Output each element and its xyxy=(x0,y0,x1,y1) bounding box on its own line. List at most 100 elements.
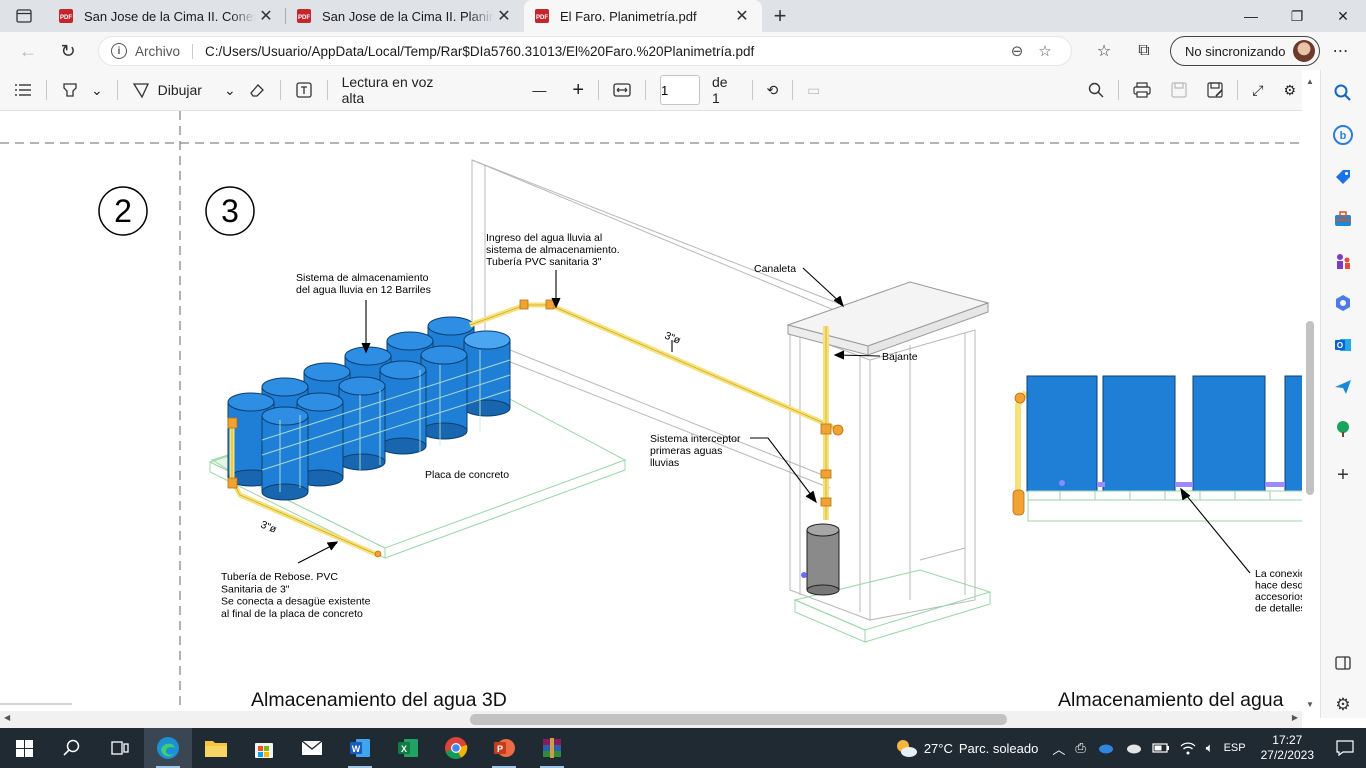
powerpoint-icon[interactable]: P xyxy=(480,728,528,768)
onedrive-icon[interactable] xyxy=(1091,742,1119,754)
battery-icon[interactable] xyxy=(1147,743,1175,753)
tree-icon[interactable] xyxy=(1332,418,1354,440)
shopping-icon[interactable] xyxy=(1332,166,1354,188)
elevation-slab xyxy=(1027,490,1302,522)
outlook-icon[interactable]: O xyxy=(1332,334,1354,356)
winrar-icon[interactable] xyxy=(528,728,576,768)
rotate-icon[interactable]: ⟲ xyxy=(760,75,784,105)
url-box[interactable]: i Archivo C:/Users/Usuario/AppData/Local… xyxy=(98,36,1072,66)
scroll-right-arrow[interactable]: ▶ xyxy=(1292,713,1298,722)
zoom-in-button[interactable]: + xyxy=(566,75,590,105)
bing-chat-icon[interactable]: b xyxy=(1332,124,1354,146)
plan-drawing: 2 3 Sistema de almacenamiento del agua l… xyxy=(0,111,1302,711)
new-tab-button[interactable]: + xyxy=(762,0,798,32)
tools-icon[interactable] xyxy=(1332,208,1354,230)
onedrive-personal-icon[interactable] xyxy=(1119,742,1147,754)
tab-el-faro[interactable]: PDF El Faro. Planimetría.pdf ✕ xyxy=(524,0,762,32)
office-icon[interactable] xyxy=(1332,292,1354,314)
label-overflow: Tubería de Rebose. PVC Sanitaria de 3" Se … xyxy=(221,571,371,620)
pdf-icon: PDF xyxy=(535,9,549,23)
vertical-scrollbar[interactable]: ▼ ▲ xyxy=(1302,77,1320,711)
add-icon[interactable]: + xyxy=(1332,464,1354,486)
search-icon[interactable] xyxy=(1082,75,1110,105)
text-icon[interactable] xyxy=(289,75,319,105)
more-menu-icon[interactable]: ⋯ xyxy=(1320,41,1360,61)
highlight-icon[interactable] xyxy=(55,75,85,105)
hide-sidebar-icon[interactable] xyxy=(1332,652,1354,674)
excel-icon[interactable]: X xyxy=(384,728,432,768)
label-storage: Sistema de almacenamiento del agua lluvia… xyxy=(296,272,431,296)
start-button[interactable] xyxy=(0,728,48,768)
tab-conexiones[interactable]: PDF San Jose de la Cima II. Conexione ✕ xyxy=(48,0,286,32)
weather-widget[interactable]: 27°C Parc. soleado xyxy=(889,738,1044,758)
clock[interactable]: 17:27 27/2/2023 xyxy=(1251,733,1324,763)
mail-icon[interactable] xyxy=(288,728,336,768)
close-icon[interactable]: ✕ xyxy=(256,6,276,26)
refresh-button[interactable]: ↻ xyxy=(48,35,88,67)
back-button[interactable]: ← xyxy=(8,35,48,67)
horizontal-scrollbar[interactable]: ◀ ▶ xyxy=(0,711,1302,728)
zoom-out-icon[interactable]: ⊖ xyxy=(1003,42,1031,60)
chrome-icon[interactable] xyxy=(432,728,480,768)
games-icon[interactable] xyxy=(1332,250,1354,272)
avatar xyxy=(1293,40,1316,62)
fullscreen-icon[interactable]: ⤢ xyxy=(1246,75,1269,105)
close-icon[interactable]: ✕ xyxy=(732,6,752,26)
scroll-up-arrow[interactable]: ▲ xyxy=(1306,77,1314,86)
save-as-icon[interactable] xyxy=(1201,75,1229,105)
send-icon[interactable] xyxy=(1332,376,1354,398)
store-icon[interactable] xyxy=(240,728,288,768)
wifi-icon[interactable] xyxy=(1175,741,1201,755)
language-indicator[interactable]: ESP xyxy=(1219,742,1251,754)
draw-button[interactable]: Dibujar xyxy=(126,75,208,105)
scroll-thumb[interactable] xyxy=(1306,321,1314,495)
chevron-down-icon[interactable]: ⌄ xyxy=(218,75,242,105)
edge-taskbar-icon[interactable] xyxy=(144,728,192,768)
read-aloud-button[interactable]: Lectura en voz alta xyxy=(336,74,459,106)
collections-icon[interactable]: ⧉ xyxy=(1124,42,1164,60)
scroll-thumb[interactable] xyxy=(470,714,1007,725)
profile-button[interactable]: No sincronizando xyxy=(1170,36,1321,66)
contents-icon[interactable] xyxy=(8,75,38,105)
taskbar: W X P 27°C Parc. soleado ︿ ⎙ 🔈︎ ESP 17:2… xyxy=(0,728,1366,768)
minimize-button[interactable]: — xyxy=(1228,0,1274,32)
volume-icon[interactable]: 🔈︎ xyxy=(1201,740,1219,756)
scroll-down-arrow[interactable]: ▼ xyxy=(1306,700,1314,709)
settings-icon[interactable]: ⚙ xyxy=(1332,694,1354,716)
draw-icon xyxy=(132,83,149,99)
camera-icon[interactable]: ⎙ xyxy=(1070,740,1090,756)
label-slab: Placa de concreto xyxy=(425,469,509,481)
scroll-left-arrow[interactable]: ◀ xyxy=(4,713,10,722)
search-icon[interactable] xyxy=(48,728,96,768)
settings-icon[interactable]: ⚙ xyxy=(1277,75,1302,105)
add-favorite-icon[interactable]: ☆ xyxy=(1031,42,1059,60)
eraser-icon[interactable] xyxy=(242,75,272,105)
draw-label: Dibujar xyxy=(157,82,202,98)
word-icon[interactable]: W xyxy=(336,728,384,768)
tab-planimetria-cima[interactable]: PDF San Jose de la Cima II. Planimetrí ✕ xyxy=(286,0,524,32)
file-explorer-icon[interactable] xyxy=(192,728,240,768)
notifications-icon[interactable] xyxy=(1324,740,1366,756)
info-icon[interactable]: i xyxy=(111,43,127,59)
task-view-icon[interactable] xyxy=(96,728,144,768)
chevron-up-icon[interactable]: ︿ xyxy=(1047,739,1070,758)
svg-text:PDF: PDF xyxy=(298,15,310,21)
favorites-icon[interactable]: ☆ xyxy=(1084,41,1124,61)
pdf-icon: PDF xyxy=(297,9,311,23)
barrel xyxy=(261,406,309,501)
print-icon[interactable] xyxy=(1127,75,1157,105)
search-icon[interactable] xyxy=(1332,82,1354,104)
restore-button[interactable]: ❐ xyxy=(1274,0,1320,32)
barrel xyxy=(420,345,468,440)
url-text[interactable]: C:/Users/Usuario/AppData/Local/Temp/Rar$… xyxy=(205,44,1003,59)
close-window-button[interactable]: ✕ xyxy=(1320,0,1366,32)
section-number-3: 3 xyxy=(221,193,239,229)
zoom-out-button[interactable]: — xyxy=(526,75,552,105)
pdf-document[interactable]: 2 3 Sistema de almacenamiento del agua l… xyxy=(0,111,1302,711)
chevron-down-icon[interactable]: ⌄ xyxy=(85,75,109,105)
tab-actions-button[interactable] xyxy=(0,0,48,32)
page-number-input[interactable] xyxy=(659,75,700,105)
system-tray: 27°C Parc. soleado ︿ ⎙ 🔈︎ ESP 17:27 27/2… xyxy=(889,728,1366,768)
close-icon[interactable]: ✕ xyxy=(494,6,514,26)
fit-width-icon[interactable] xyxy=(607,75,637,105)
